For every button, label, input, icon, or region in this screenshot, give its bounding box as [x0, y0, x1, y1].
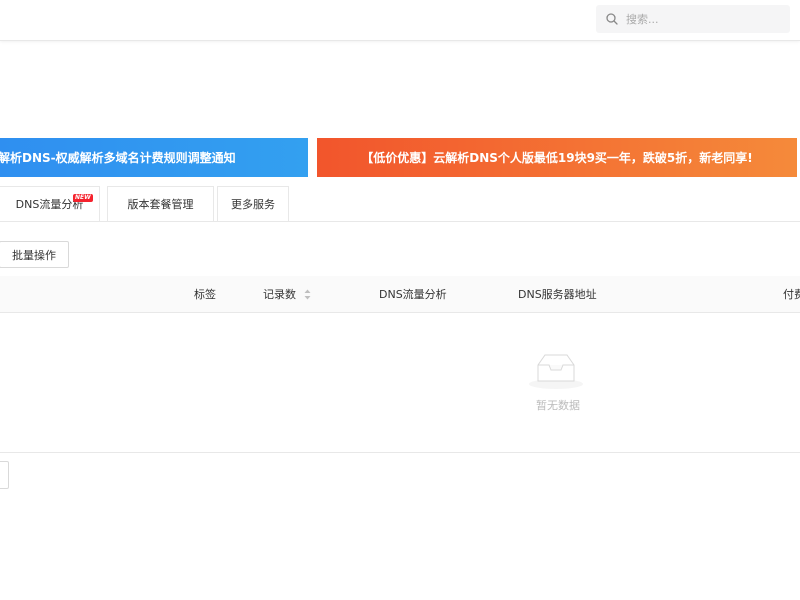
promo-banner-text: 【低价优惠】云解析DNS个人版最低19块9买一年，跌破5折，新老同享! — [361, 151, 753, 165]
column-header-label: 标签 — [194, 288, 216, 301]
column-header-label: 付费 — [783, 288, 800, 301]
notice-banner-text: 解析DNS-权威解析多域名计费规则调整通知 — [0, 151, 236, 165]
pagination-button[interactable] — [0, 461, 9, 489]
column-header-label: DNS流量分析 — [379, 288, 447, 301]
column-header-label: 记录数 — [263, 288, 296, 301]
notice-banner[interactable]: 解析DNS-权威解析多域名计费规则调整通知 — [0, 138, 308, 177]
empty-text: 暂无数据 — [536, 399, 580, 412]
empty-inbox-icon — [527, 351, 585, 395]
table-header: 标签 记录数 DNS流量分析 DNS服务器地址 付费 — [0, 276, 800, 313]
search-input[interactable] — [626, 12, 776, 26]
tab-bar: DNS流量分析 NEW 版本套餐管理 更多服务 — [0, 186, 800, 222]
batch-operation-label: 批量操作 — [12, 248, 56, 262]
promo-banner[interactable]: 【低价优惠】云解析DNS个人版最低19块9买一年，跌破5折，新老同享! — [317, 138, 797, 177]
column-header-record-count[interactable]: 记录数 — [263, 276, 311, 312]
tab-label: 版本套餐管理 — [127, 198, 194, 211]
column-header-payment: 付费 — [783, 276, 800, 312]
column-header-tag: 标签 — [194, 276, 216, 312]
tab-plan-management[interactable]: 版本套餐管理 — [107, 186, 214, 221]
tab-more-services[interactable]: 更多服务 — [217, 186, 289, 221]
search-box[interactable] — [596, 5, 790, 33]
column-header-dns-server: DNS服务器地址 — [518, 276, 597, 312]
top-bar — [0, 0, 800, 41]
tab-dns-traffic-analysis[interactable]: DNS流量分析 NEW — [0, 186, 100, 221]
sort-icon[interactable] — [304, 289, 311, 300]
batch-operation-button[interactable]: 批量操作 — [0, 241, 69, 268]
new-badge: NEW — [73, 194, 93, 202]
tab-label: 更多服务 — [231, 198, 275, 211]
column-header-dns-analysis: DNS流量分析 — [379, 276, 447, 312]
table-empty-state: 暂无数据 — [0, 313, 800, 453]
search-icon — [606, 13, 618, 25]
column-header-label: DNS服务器地址 — [518, 288, 597, 301]
